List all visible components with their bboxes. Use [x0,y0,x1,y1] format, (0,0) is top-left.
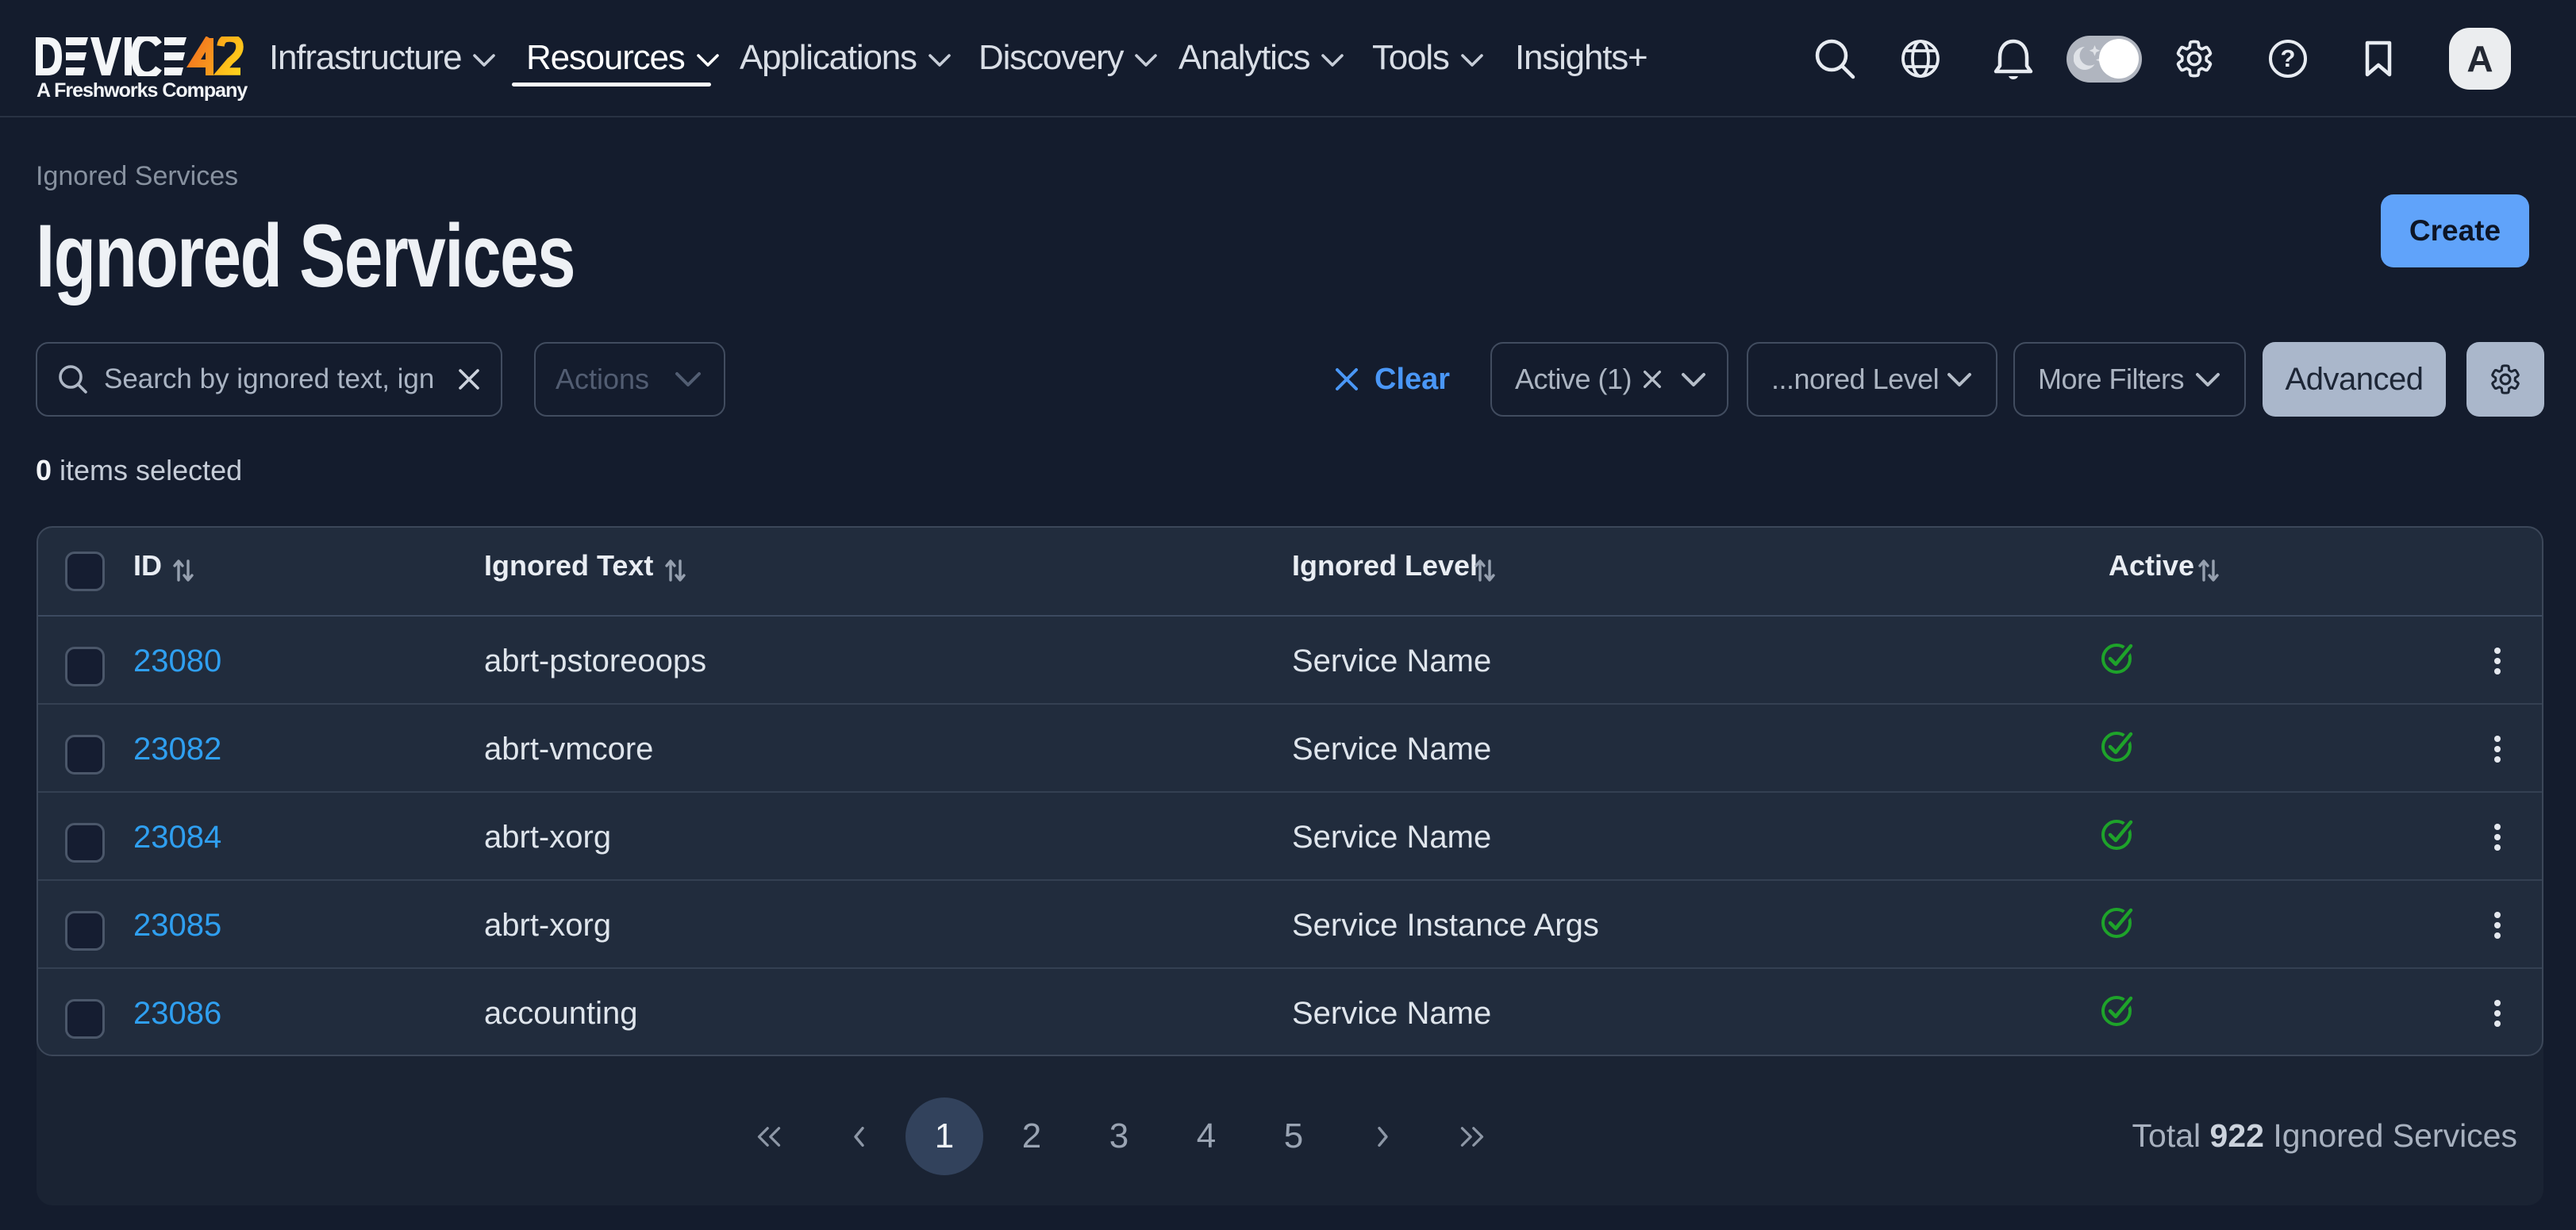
svg-text:?: ? [2281,44,2296,72]
